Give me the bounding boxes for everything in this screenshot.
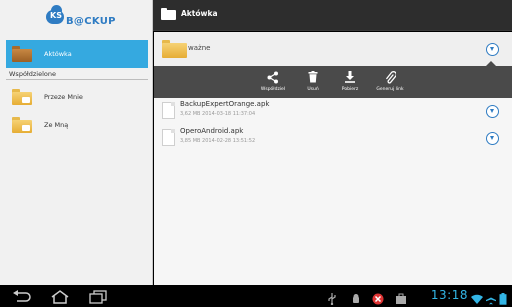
file-name: OperoAndroid.apk [180, 127, 244, 135]
debug-android-icon [350, 290, 362, 303]
briefcase-folder-icon [12, 46, 32, 62]
error-notification-icon [372, 290, 384, 305]
shared-folder-icon [12, 89, 32, 105]
system-navigation-bar: 13:18 [0, 285, 512, 307]
battery-icon [499, 290, 507, 305]
ks-backup-logo: KS B@CKUP [46, 4, 116, 30]
shared-folder-icon [12, 117, 32, 133]
back-icon[interactable] [12, 289, 31, 303]
sidebar-item-przeze-mnie[interactable]: Przeze Mnie [6, 83, 148, 111]
file-row[interactable]: BackupExpertOrange.apk 3,62 MB 2014-03-1… [154, 99, 512, 124]
folder-row-wazne[interactable]: ważne [154, 32, 512, 66]
folder-icon [161, 8, 176, 20]
file-list: ważne Współdziel Usuń Pobierz Generuj li… [154, 32, 512, 291]
folder-icon [162, 40, 187, 58]
file-meta: 3,85 MB 2014-02-28 13:51:52 [180, 138, 256, 144]
divider [6, 79, 148, 80]
action-bar: Aktówka [153, 0, 512, 31]
sidebar-item-label: Przeze Mnie [44, 93, 83, 101]
cloud-logo-icon: KS [46, 5, 64, 24]
recent-apps-icon[interactable] [88, 289, 107, 304]
sidebar-item-label: Ze Mną [44, 121, 69, 129]
home-icon[interactable] [50, 289, 69, 304]
file-icon [162, 129, 175, 146]
file-row[interactable]: OperoAndroid.apk 3,85 MB 2014-02-28 13:5… [154, 126, 512, 151]
pointer-notch [486, 61, 496, 66]
clock: 13:18 [430, 288, 468, 302]
chevron-down-icon[interactable] [486, 105, 499, 118]
sidebar-item-aktowka[interactable]: Aktówka [6, 40, 148, 68]
generate-link-button[interactable]: Generuj link [365, 70, 415, 92]
wifi-icon [471, 290, 483, 304]
logo-backup: B@CKUP [66, 16, 116, 27]
logo-ks: KS [50, 11, 62, 20]
folder-name: ważne [188, 44, 211, 52]
sidebar-item-label: Aktówka [44, 50, 72, 58]
page-title: Aktówka [181, 9, 218, 18]
sidebar: KS B@CKUP Aktówka Współdzielone Przeze M… [0, 0, 153, 285]
chevron-down-icon[interactable] [486, 43, 499, 56]
link-icon [365, 70, 415, 84]
generate-link-label: Generuj link [376, 87, 404, 92]
context-action-bar: Współdziel Usuń Pobierz Generuj link [154, 61, 512, 98]
usb-icon [326, 290, 338, 306]
shared-section-header: Współdzielone [9, 70, 57, 78]
file-icon [162, 102, 175, 119]
file-name: BackupExpertOrange.apk [180, 100, 270, 108]
airplane-mode-icon [485, 290, 497, 305]
sidebar-item-ze-mna[interactable]: Ze Mną [6, 111, 148, 139]
briefcase-icon [395, 290, 407, 304]
file-meta: 3,62 MB 2014-03-18 11:37:04 [180, 111, 256, 117]
chevron-down-icon[interactable] [486, 132, 499, 145]
